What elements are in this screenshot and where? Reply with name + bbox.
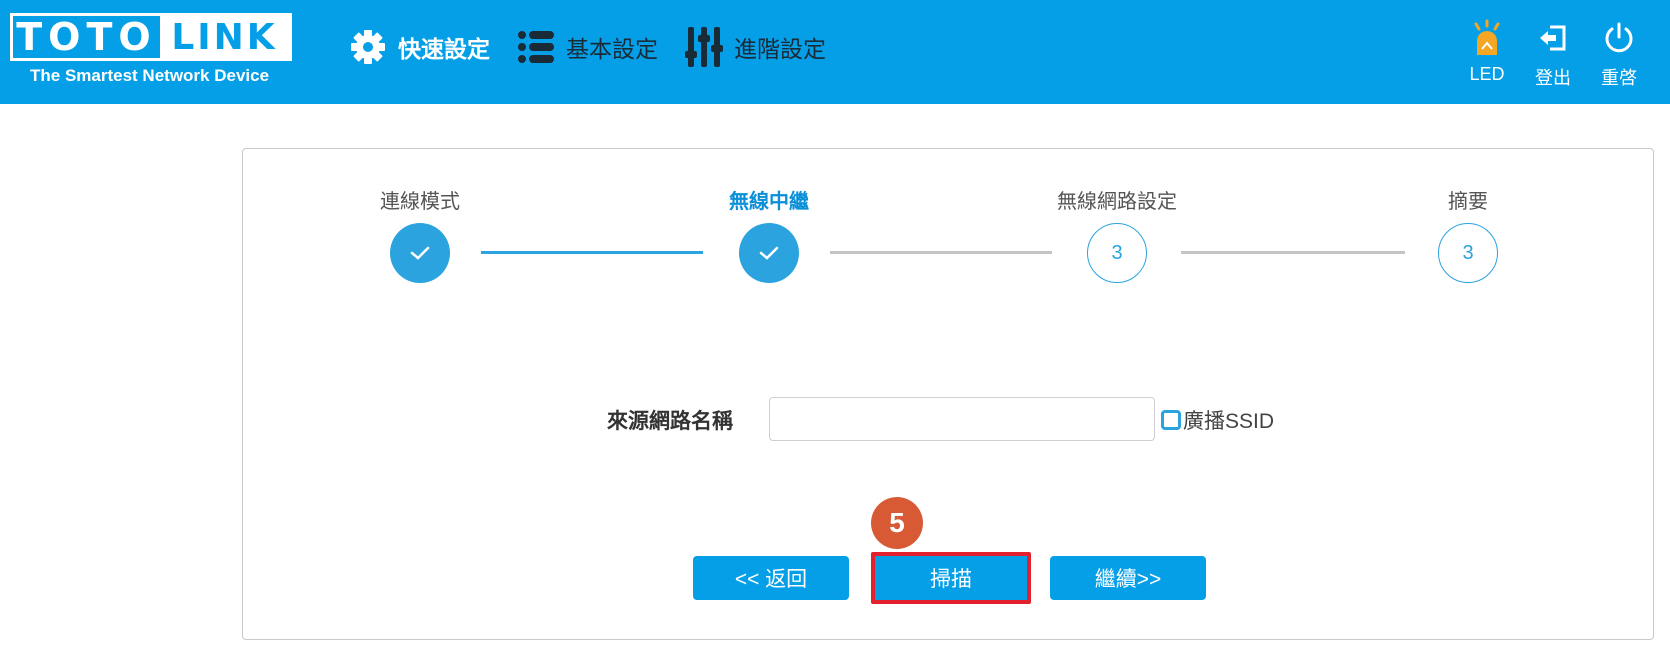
nav-quick-setup[interactable]: 快速設定 — [346, 25, 490, 69]
source-ssid-label: 來源網路名稱 — [607, 410, 733, 433]
step-2-circle — [739, 223, 799, 283]
power-icon — [1599, 18, 1639, 58]
led-button[interactable]: LED — [1454, 18, 1520, 90]
step-4-circle: 3 — [1438, 223, 1498, 283]
logo-tagline: The Smartest Network Device — [30, 66, 270, 85]
wizard-panel: 連線模式 無線中繼 無線網路設定 摘要 3 3 來源網路名稱 廣播SSID 5 … — [242, 148, 1654, 640]
step-label-connection-mode: 連線模式 — [380, 191, 460, 213]
next-button[interactable]: 繼續>> — [1050, 556, 1206, 600]
logo-box: TOTO LINK — [10, 13, 292, 61]
nav-label: 基本設定 — [566, 36, 658, 62]
step-annotation-badge: 5 — [871, 497, 923, 549]
step-connector-1 — [481, 251, 703, 254]
logo-text-link: LINK — [160, 16, 289, 58]
logout-label: 登出 — [1535, 68, 1571, 88]
step-1-circle — [390, 223, 450, 283]
totolink-logo: TOTO LINK The Smartest Network Device — [10, 13, 292, 91]
step-label-summary: 摘要 — [1448, 191, 1488, 213]
list-icon — [514, 25, 558, 69]
nav-label: 快速設定 — [398, 36, 490, 62]
logout-button[interactable]: 登出 — [1520, 18, 1586, 90]
nav-advanced-setup[interactable]: 進階設定 — [682, 25, 826, 69]
gear-icon — [346, 25, 390, 69]
back-button[interactable]: << 返回 — [693, 556, 849, 600]
step-label-wireless-repeater: 無線中繼 — [729, 191, 809, 213]
broadcast-ssid-checkbox[interactable] — [1161, 410, 1181, 430]
led-icon — [1467, 18, 1507, 58]
sliders-icon — [682, 25, 726, 69]
logout-icon — [1533, 18, 1573, 58]
led-label: LED — [1469, 64, 1505, 84]
reboot-label: 重啓 — [1601, 68, 1637, 88]
header-tools: LED 登出 重啓 — [1454, 18, 1652, 90]
logo-text-toto: TOTO — [16, 15, 157, 59]
step-3-circle: 3 — [1087, 223, 1147, 283]
check-icon — [410, 246, 430, 260]
reboot-button[interactable]: 重啓 — [1586, 18, 1652, 90]
nav-label: 進階設定 — [734, 36, 826, 62]
top-bar: TOTO LINK The Smartest Network Device 快速… — [0, 0, 1670, 104]
source-ssid-input[interactable] — [769, 397, 1155, 441]
broadcast-ssid-option[interactable]: 廣播SSID — [1161, 405, 1274, 435]
step-label-wireless-settings: 無線網路設定 — [1057, 191, 1177, 213]
broadcast-ssid-label: 廣播SSID — [1183, 410, 1275, 433]
nav-basic-setup[interactable]: 基本設定 — [514, 25, 658, 69]
main-nav: 快速設定 基本設定 進階設定 — [346, 24, 850, 70]
step-connector-3 — [1181, 251, 1405, 254]
step-connector-2 — [830, 251, 1052, 254]
scan-button[interactable]: 掃描 — [871, 552, 1031, 604]
check-icon — [759, 246, 779, 260]
